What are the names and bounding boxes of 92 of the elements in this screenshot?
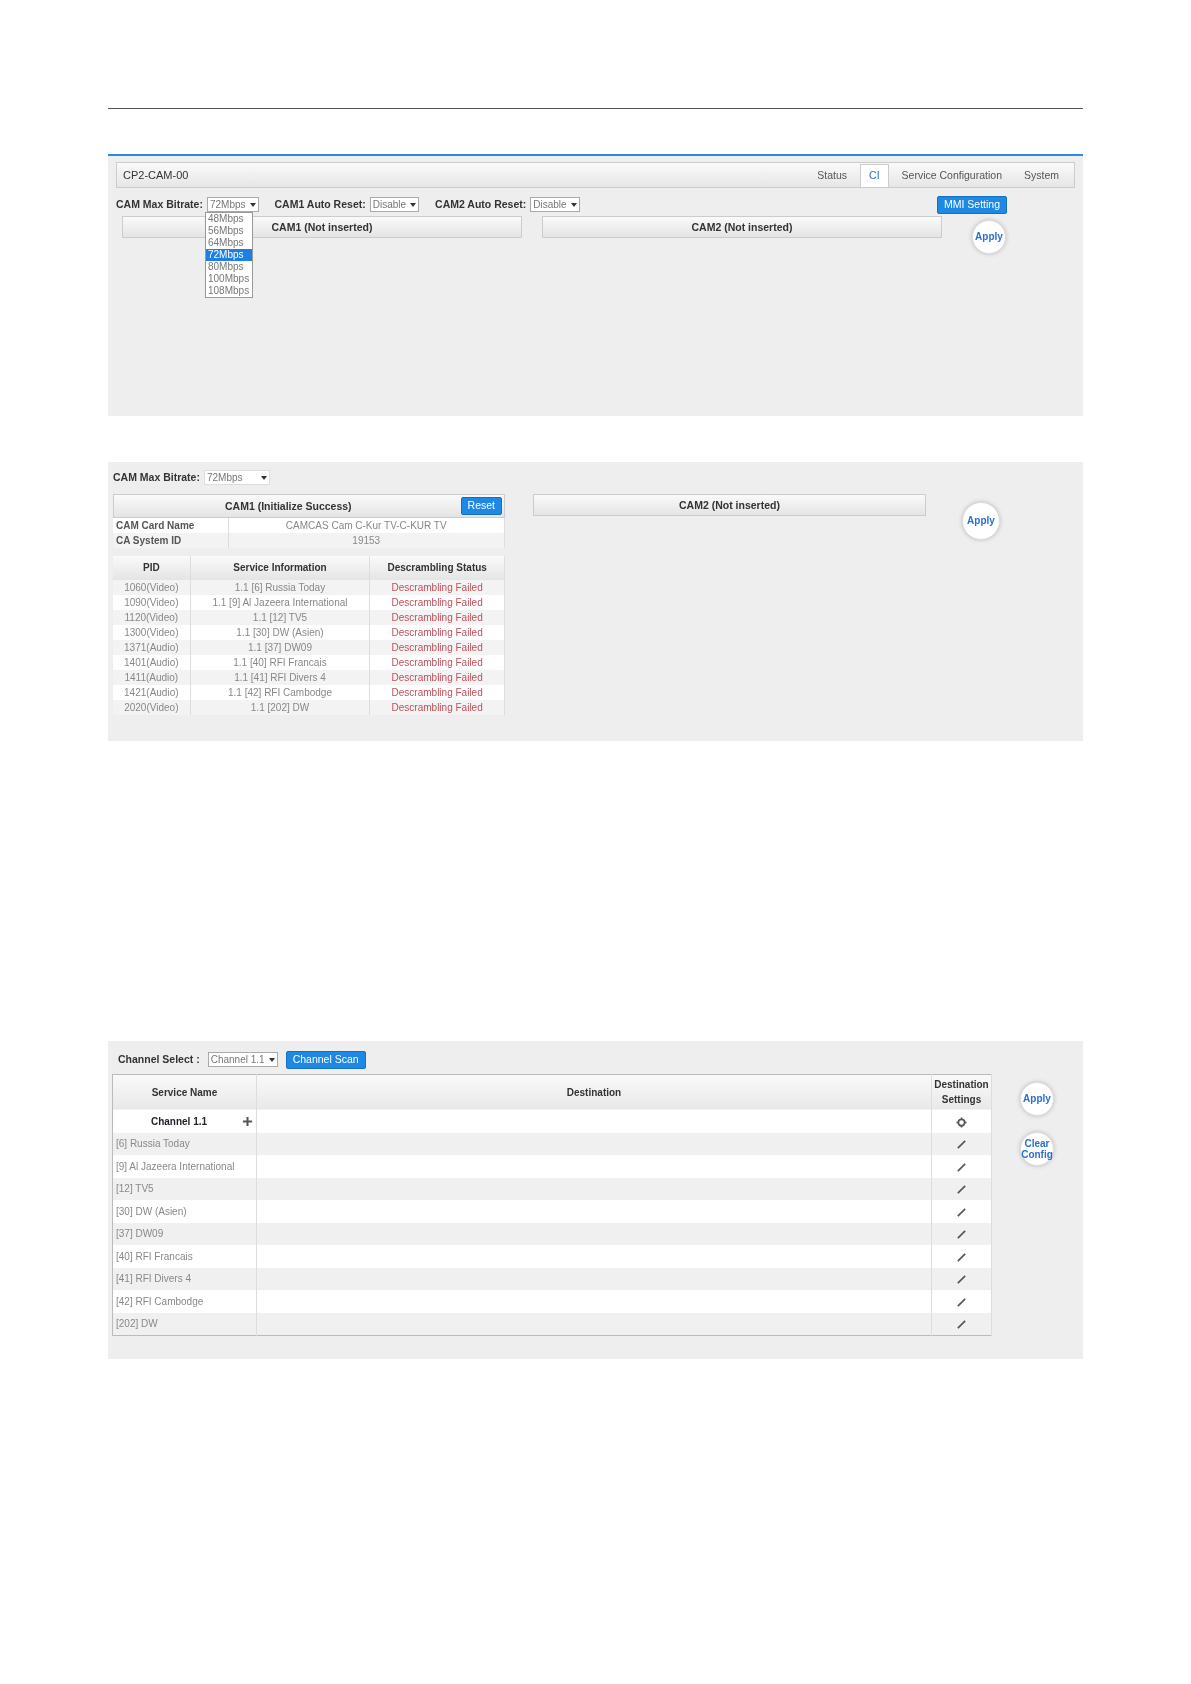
caret-icon [260,475,267,480]
table-cell: 1.1 [42] RFI Cambodge [190,684,370,700]
table-cell: 1411(Audio) [113,669,191,685]
status-text: Descrambling Failed [369,624,505,640]
service-name: [41] RFI Divers 4 [116,1273,192,1285]
dropdown-option[interactable]: 100Mbps [206,273,252,285]
tab[interactable]: Status [808,164,857,187]
status-text: Descrambling Failed [369,654,505,670]
status-text: Descrambling Failed [369,594,505,610]
column-header: Descrambling Status [369,555,505,580]
column-header: Destination Settings [931,1074,992,1111]
cam-header: CAM2 (Not inserted) [533,493,926,516]
cam-header: CAM2 (Not inserted) [542,215,942,238]
dropdown-option[interactable]: 108Mbps [206,285,252,297]
table-cell: 1401(Audio) [113,654,191,670]
channel-name: Channel 1.1 [149,1114,209,1129]
status-text: Descrambling Failed [369,684,505,700]
auto-reset-select[interactable]: Disable [530,197,580,213]
pencil-icon[interactable] [956,1161,967,1173]
service-name: [30] DW (Asien) [116,1205,187,1217]
table-cell: 1090(Video) [113,594,191,610]
service-name: [40] RFI Francais [116,1250,193,1262]
table-cell: 1120(Video) [113,609,191,625]
apply-button[interactable]: Apply [962,501,1000,540]
caret-icon [249,202,256,207]
mmi-setting-button[interactable]: MMI Setting [936,196,1007,214]
pencil-icon[interactable] [956,1229,967,1241]
channel-scan-button[interactable]: Channel Scan [285,1051,366,1069]
table-cell: 1.1 [40] RFI Francais [190,654,370,670]
clear-config-button[interactable]: Clear Config [1020,1131,1054,1166]
column-header: PID [113,555,191,580]
pencil-icon[interactable] [956,1296,967,1308]
service-name: [202] DW [116,1318,158,1330]
tab[interactable]: CI [860,164,889,187]
info-label: CA System ID [113,532,228,548]
pencil-icon[interactable] [956,1274,967,1286]
service-name: [12] TV5 [116,1183,154,1195]
field-label: CAM Max Bitrate: [113,470,200,485]
tab[interactable]: Service Configuration [892,164,1011,187]
cam-title: CAM1 (Initialize Success) [223,498,353,514]
service-name: [37] DW09 [116,1228,164,1240]
status-text: Descrambling Failed [369,639,505,655]
pencil-icon[interactable] [956,1319,967,1330]
table-cell: 2020(Video) [113,699,191,715]
table-cell: 1.1 [37] DW09 [190,639,370,655]
table-cell: 1300(Video) [113,624,191,640]
pencil-icon[interactable] [956,1206,967,1218]
info-label: CAM Card Name [113,517,228,533]
field-label: CAM Max Bitrate: [116,196,203,212]
table-cell: 1.1 [30] DW (Asien) [190,624,370,640]
status-text: Descrambling Failed [369,699,505,715]
apply-button[interactable]: Apply [972,219,1006,254]
dropdown-option[interactable]: 80Mbps [206,261,252,273]
column-header: Destination [256,1074,932,1111]
dropdown-option[interactable]: 56Mbps [206,225,252,237]
column-header: Service Information [190,555,370,580]
plus-icon[interactable] [242,1115,253,1127]
field-label: Channel Select : [118,1051,200,1067]
apply-button[interactable]: Apply [1020,1081,1054,1116]
bitrate-select[interactable]: 72Mbps [203,470,270,486]
table-cell: 1.1 [202] DW [190,699,370,715]
caret-icon [570,202,577,207]
table-cell: 1.1 [9] Al Jazeera International [190,594,370,610]
dropdown-option[interactable]: 48Mbps [206,213,252,225]
pencil-icon[interactable] [956,1184,967,1196]
field-label: CAM1 Auto Reset: [274,196,366,212]
table-cell: 1421(Audio) [113,684,191,700]
dropdown-option[interactable]: 72Mbps [206,249,252,261]
caret-icon [268,1057,275,1062]
info-value: CAMCAS Cam C-Kur TV-C-KUR TV [228,517,505,533]
caret-icon [410,202,417,207]
table-cell: 1.1 [12] TV5 [190,609,370,625]
pencil-icon[interactable] [956,1139,967,1151]
status-text: Descrambling Failed [369,609,505,625]
service-name: [9] Al Jazeera International [116,1160,235,1172]
service-name: [42] RFI Cambodge [116,1295,204,1307]
device-title: CP2-CAM-00 [123,167,189,183]
reset-button[interactable]: Reset [460,496,502,515]
column-header: Service Name [112,1074,257,1111]
table-cell: 1.1 [41] RFI Divers 4 [190,669,370,685]
dropdown-option[interactable]: 64Mbps [206,237,252,249]
bitrate-select[interactable]: 72Mbps [206,197,259,213]
settings-icon[interactable] [956,1116,967,1128]
tab[interactable]: System [1015,164,1068,187]
field-label: CAM2 Auto Reset: [435,196,527,212]
channel-select[interactable]: Channel 1.1 [207,1052,278,1068]
pencil-icon[interactable] [956,1251,967,1263]
status-text: Descrambling Failed [369,669,505,685]
auto-reset-select[interactable]: Disable [369,197,420,213]
info-value: 19153 [228,532,505,548]
table-cell: 1371(Audio) [113,639,191,655]
service-name: [6] Russia Today [116,1138,190,1150]
